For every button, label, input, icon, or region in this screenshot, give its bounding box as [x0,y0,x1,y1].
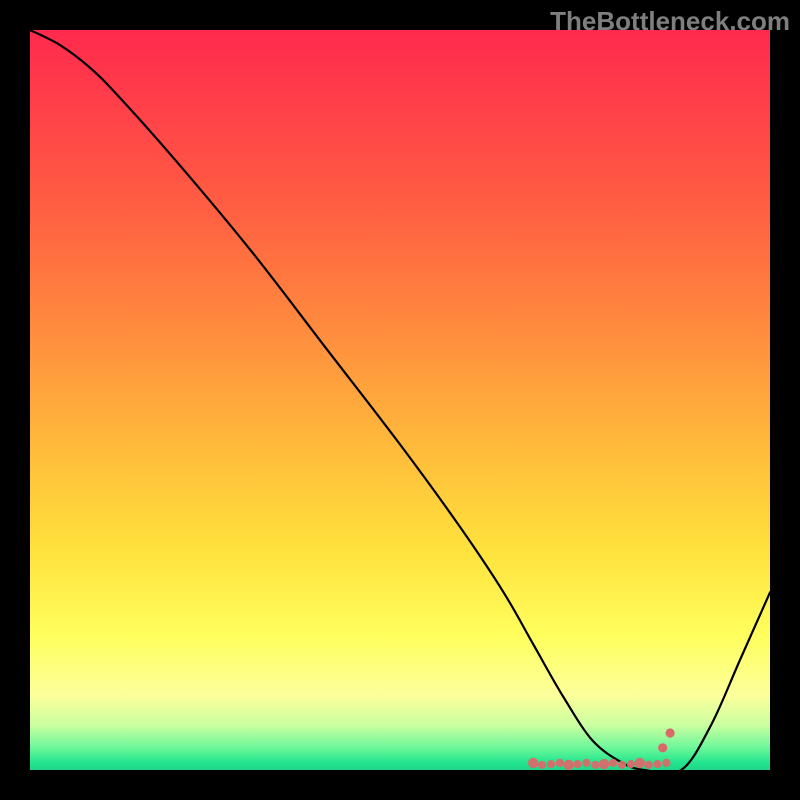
bottleneck-curve [30,30,770,770]
plot-area [30,30,770,770]
chart-frame: TheBottleneck.com [0,0,800,800]
